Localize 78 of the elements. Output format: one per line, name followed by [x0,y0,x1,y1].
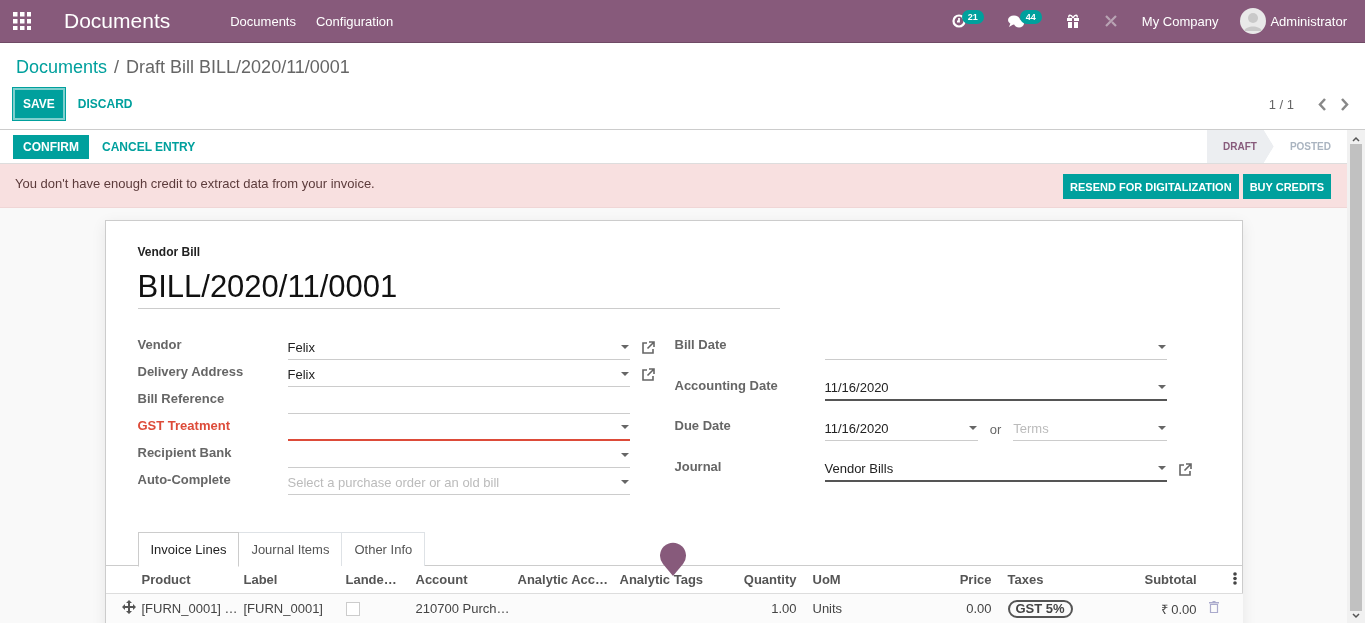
caret-icon[interactable] [1157,384,1166,390]
tab[interactable]: Journal Items [239,532,343,566]
table-cell: [FURN_0001] … [137,593,240,623]
count-badge: 44 [1019,10,1042,24]
date-field[interactable]: 11/16/2020 [824,416,978,441]
company-switcher[interactable]: My Company [1141,13,1219,29]
scrollbar[interactable] [1347,130,1365,623]
table-cell: Units [808,593,908,623]
column-header[interactable]: Account [411,566,514,594]
table-cell: 0.00 [907,593,1004,623]
caret-icon[interactable] [620,479,629,485]
column-header[interactable]: Analytic Acc… [513,566,616,594]
caret-icon[interactable] [620,371,629,377]
table-cell: ₹ 0.00 [1102,593,1209,623]
caret-icon[interactable] [1157,344,1166,350]
caret-icon[interactable] [620,452,629,458]
table-cell: 1.00 [717,593,809,623]
column-header[interactable]: Quantity [717,566,809,594]
table-cell: [FURN_0001] [239,593,342,623]
field-label: Bill Reference [137,390,226,406]
dropdown-field[interactable]: Felix [287,335,630,360]
menu-item[interactable]: Documents [220,13,306,29]
dropdown-field[interactable]: Vendor Bills [824,456,1167,482]
caret-icon[interactable] [620,425,629,430]
external-link-icon[interactable] [640,341,655,354]
record-name-field[interactable]: BILL/2020/11/0001 [137,269,780,309]
caret-icon[interactable] [968,425,977,431]
field-label: Vendor [137,336,183,352]
clock-icon[interactable] [951,14,966,28]
drag-handle-icon[interactable] [121,600,136,614]
field-label: Delivery Address [137,363,245,379]
gift-icon[interactable] [1065,14,1080,28]
scroll-up-icon[interactable] [1352,136,1360,142]
menu-item[interactable]: Configuration [305,13,404,29]
alert-message: You don't have enough credit to extract data from your invoice. [15,176,375,191]
field-label: Accounting Date [674,376,779,393]
external-link-icon[interactable] [1177,462,1192,476]
chevron-left-icon[interactable] [1318,97,1327,111]
or-text: or [989,422,1002,437]
field-label: Recipient Bank [137,444,233,460]
field-label: GST Treatment [137,417,231,433]
field-label: Due Date [674,417,732,433]
tax-tag: GST 5% [1007,599,1073,618]
external-link-icon[interactable] [640,368,655,381]
field-label: Auto-Complete [137,471,232,487]
field-label: Bill Date [674,336,728,352]
caret-icon[interactable] [620,344,629,350]
column-header[interactable]: Product [137,566,240,594]
caret-icon[interactable] [1157,465,1166,471]
column-header[interactable]: Label [239,566,342,594]
user-menu[interactable]: Administrator [1270,13,1347,29]
app-title: Documents [64,9,171,33]
caret-icon[interactable] [1157,425,1166,431]
apps-grid-icon[interactable] [13,12,31,30]
pager-value: 1 / 1 [1268,96,1294,112]
status-step[interactable]: DRAFT [1207,130,1274,163]
breadcrumb-current: Draft Bill BILL/2020/11/0001 [126,56,350,78]
column-header[interactable]: UoM [808,566,908,594]
chat-icon[interactable] [1007,14,1024,28]
dropdown-field[interactable]: Felix [287,362,630,387]
column-header[interactable]: Price [907,566,1004,594]
count-badge: 21 [961,10,984,24]
tab[interactable]: Invoice Lines [137,532,240,567]
dropdown-field[interactable]: 11/16/2020 [824,375,1167,401]
tab[interactable]: Other Info [342,532,426,566]
checkbox[interactable] [345,602,360,617]
table-cell: 210700 Purch… [411,593,514,623]
form-type-label: Vendor Bill [137,245,202,259]
avatar-icon[interactable] [1240,8,1267,34]
column-header[interactable]: Taxes [1003,566,1103,594]
chevron-right-icon[interactable] [1340,97,1349,111]
map-pin-icon [658,542,687,576]
column-header[interactable]: Subtotal [1102,566,1209,594]
scroll-down-icon[interactable] [1352,613,1360,619]
column-header[interactable]: Lande… [341,566,412,594]
kebab-menu-icon[interactable] [1232,571,1237,585]
field-label: Journal [674,457,723,474]
breadcrumb-separator: / [114,56,120,78]
